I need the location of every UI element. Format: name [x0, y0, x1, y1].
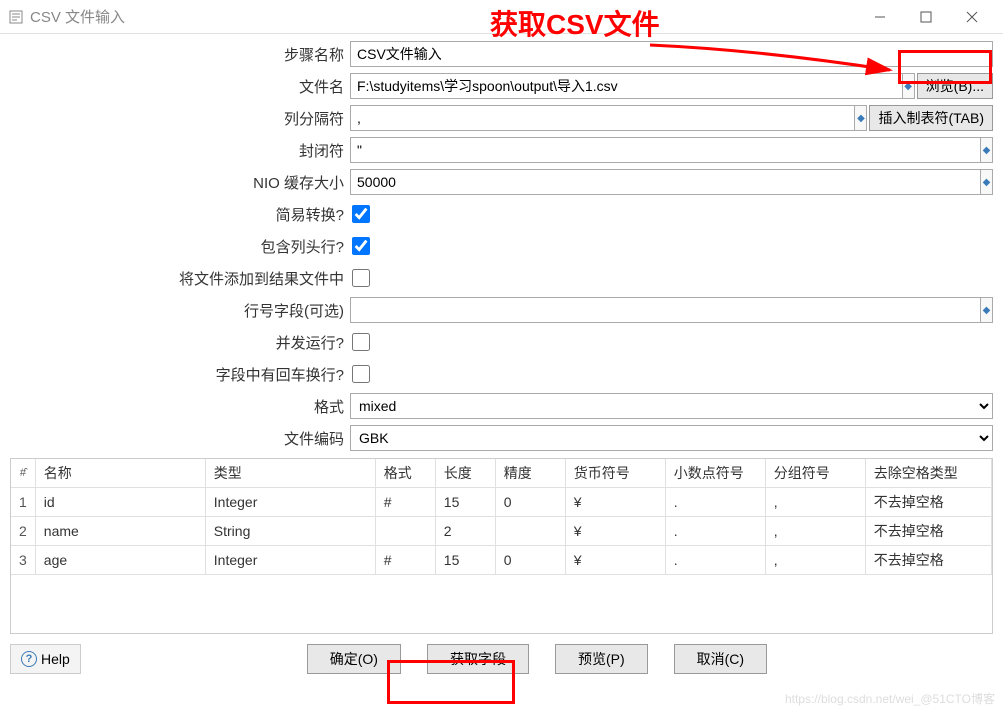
label-buffer: NIO 缓存大小: [10, 172, 350, 193]
app-icon: [8, 9, 24, 25]
cell-trim[interactable]: 不去掉空格: [865, 517, 991, 546]
enclosure-var-icon[interactable]: ◆: [981, 137, 993, 163]
dialog-content: 步骤名称 文件名 ◆ 浏览(B)... 列分隔符 ◆ 插入制表符(TAB) 封闭…: [0, 34, 1003, 634]
col-header-format: 格式: [375, 459, 435, 488]
titlebar: CSV 文件输入: [0, 0, 1003, 34]
col-header-name: 名称: [35, 459, 205, 488]
format-select[interactable]: mixed: [350, 393, 993, 419]
rownum-var-icon[interactable]: ◆: [981, 297, 993, 323]
label-format: 格式: [10, 396, 350, 417]
window-controls: [857, 2, 995, 32]
close-button[interactable]: [949, 2, 995, 32]
watermark: https://blog.csdn.net/wei_@51CTO博客: [785, 690, 995, 707]
cell-decimal[interactable]: .: [665, 488, 765, 517]
buffer-input[interactable]: [350, 169, 981, 195]
label-lazy: 简易转换?: [10, 204, 350, 225]
filename-input[interactable]: [350, 73, 903, 99]
cell-currency[interactable]: ¥: [565, 517, 665, 546]
header-checkbox[interactable]: [352, 237, 370, 255]
table-row[interactable]: 2nameString2¥.,不去掉空格: [11, 517, 992, 546]
cell-type[interactable]: Integer: [205, 488, 375, 517]
addresult-checkbox[interactable]: [352, 269, 370, 287]
table-row[interactable]: 3ageInteger#150¥.,不去掉空格: [11, 546, 992, 575]
help-button[interactable]: ? Help: [10, 644, 81, 674]
cell-num: 3: [11, 546, 35, 575]
window-title: CSV 文件输入: [30, 6, 857, 27]
cell-name[interactable]: name: [35, 517, 205, 546]
col-header-currency: 货币符号: [565, 459, 665, 488]
cell-num: 1: [11, 488, 35, 517]
label-addresult: 将文件添加到结果文件中: [10, 268, 350, 289]
newline-checkbox[interactable]: [352, 365, 370, 383]
cell-trim[interactable]: 不去掉空格: [865, 546, 991, 575]
label-parallel: 并发运行?: [10, 332, 350, 353]
cell-currency[interactable]: ¥: [565, 488, 665, 517]
col-header-trim: 去除空格类型: [865, 459, 991, 488]
delimiter-input[interactable]: [350, 105, 855, 131]
help-icon: ?: [21, 651, 37, 667]
cancel-button[interactable]: 取消(C): [674, 644, 767, 674]
col-header-type: 类型: [205, 459, 375, 488]
get-fields-button[interactable]: 获取字段: [427, 644, 529, 674]
cell-precision[interactable]: 0: [495, 546, 565, 575]
cell-decimal[interactable]: .: [665, 546, 765, 575]
cell-precision[interactable]: 0: [495, 488, 565, 517]
delimiter-var-icon[interactable]: ◆: [855, 105, 867, 131]
cell-length[interactable]: 2: [435, 517, 495, 546]
preview-button[interactable]: 预览(P): [555, 644, 648, 674]
label-rownum: 行号字段(可选): [10, 300, 350, 321]
table-header-row: #̂ 名称 类型 格式 长度 精度 货币符号 小数点符号 分组符号 去除空格类型: [11, 459, 992, 488]
cell-format[interactable]: [375, 517, 435, 546]
cell-currency[interactable]: ¥: [565, 546, 665, 575]
cell-name[interactable]: age: [35, 546, 205, 575]
col-header-precision: 精度: [495, 459, 565, 488]
col-header-decimal: 小数点符号: [665, 459, 765, 488]
cell-group[interactable]: ,: [765, 488, 865, 517]
col-header-num: #̂: [11, 459, 35, 488]
cell-trim[interactable]: 不去掉空格: [865, 488, 991, 517]
browse-button[interactable]: 浏览(B)...: [917, 73, 993, 99]
rownum-input[interactable]: [350, 297, 981, 323]
cell-name[interactable]: id: [35, 488, 205, 517]
col-header-group: 分组符号: [765, 459, 865, 488]
label-header: 包含列头行?: [10, 236, 350, 257]
cell-num: 2: [11, 517, 35, 546]
label-step-name: 步骤名称: [10, 44, 350, 65]
fields-table[interactable]: #̂ 名称 类型 格式 长度 精度 货币符号 小数点符号 分组符号 去除空格类型…: [11, 459, 992, 575]
step-name-input[interactable]: [350, 41, 993, 67]
filename-var-icon[interactable]: ◆: [903, 73, 915, 99]
maximize-button[interactable]: [903, 2, 949, 32]
cell-group[interactable]: ,: [765, 517, 865, 546]
col-header-length: 长度: [435, 459, 495, 488]
lazy-checkbox[interactable]: [352, 205, 370, 223]
button-bar: ? Help 确定(O) 获取字段 预览(P) 取消(C): [0, 634, 1003, 684]
cell-format[interactable]: #: [375, 546, 435, 575]
cell-format[interactable]: #: [375, 488, 435, 517]
enclosure-input[interactable]: [350, 137, 981, 163]
cell-precision[interactable]: [495, 517, 565, 546]
cell-decimal[interactable]: .: [665, 517, 765, 546]
label-filename: 文件名: [10, 76, 350, 97]
cell-group[interactable]: ,: [765, 546, 865, 575]
buffer-var-icon[interactable]: ◆: [981, 169, 993, 195]
cell-length[interactable]: 15: [435, 488, 495, 517]
label-newline: 字段中有回车换行?: [10, 364, 350, 385]
label-delimiter: 列分隔符: [10, 108, 350, 129]
label-enclosure: 封闭符: [10, 140, 350, 161]
parallel-checkbox[interactable]: [352, 333, 370, 351]
insert-tab-button[interactable]: 插入制表符(TAB): [869, 105, 993, 131]
minimize-button[interactable]: [857, 2, 903, 32]
help-label: Help: [41, 651, 70, 667]
table-row[interactable]: 1idInteger#150¥.,不去掉空格: [11, 488, 992, 517]
encoding-select[interactable]: GBK: [350, 425, 993, 451]
cell-type[interactable]: String: [205, 517, 375, 546]
cell-length[interactable]: 15: [435, 546, 495, 575]
label-encoding: 文件编码: [10, 428, 350, 449]
ok-button[interactable]: 确定(O): [307, 644, 401, 674]
fields-table-container: #̂ 名称 类型 格式 长度 精度 货币符号 小数点符号 分组符号 去除空格类型…: [10, 458, 993, 634]
cell-type[interactable]: Integer: [205, 546, 375, 575]
